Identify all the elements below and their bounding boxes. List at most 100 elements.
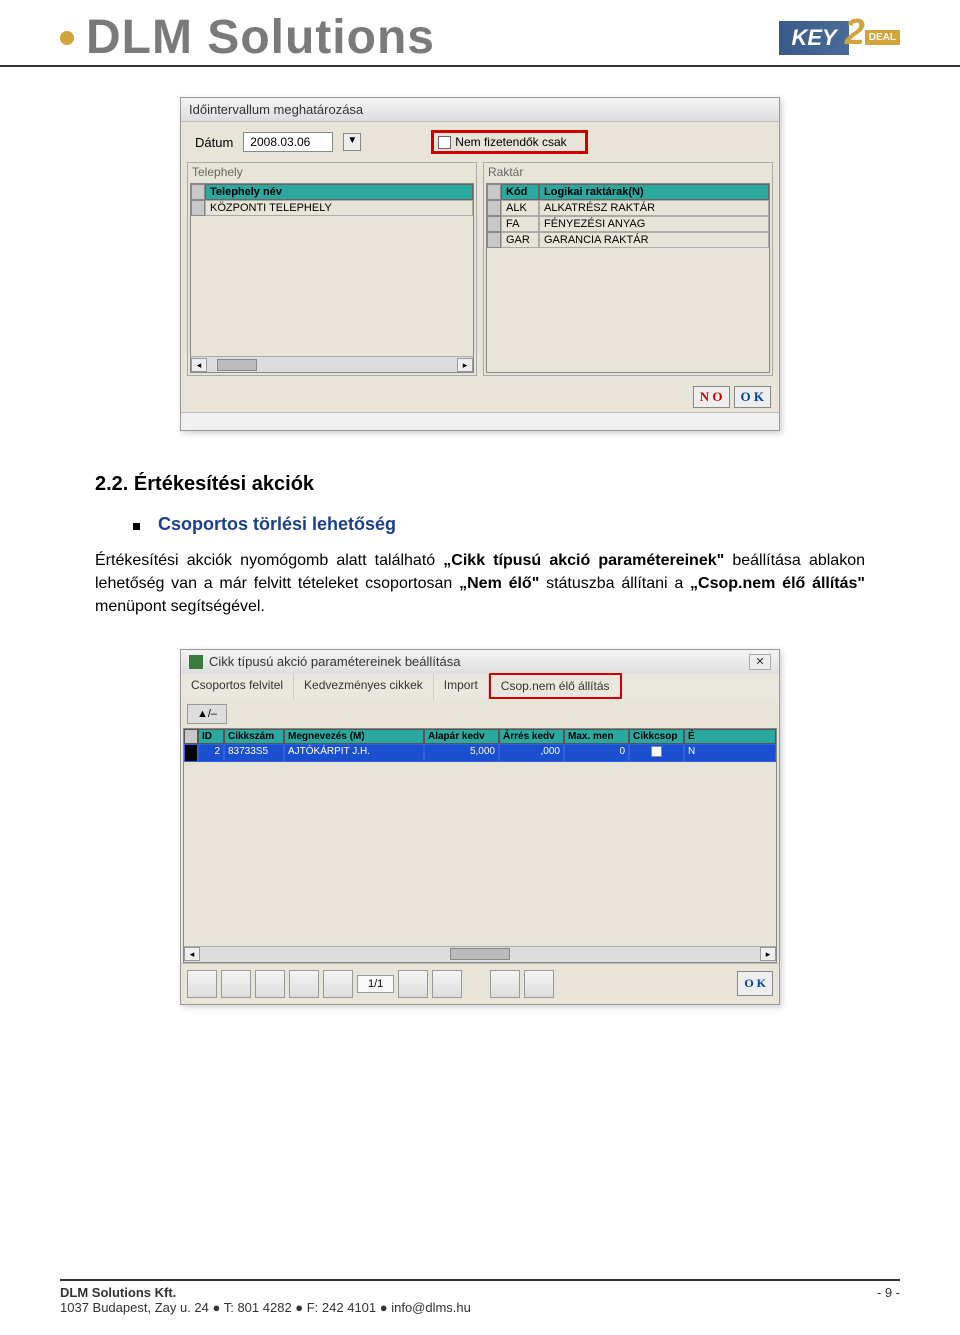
bullet-item: Csoportos törlési lehetőség — [133, 514, 865, 535]
bullet-icon — [133, 523, 140, 530]
first-page-button[interactable] — [289, 970, 319, 998]
para-text: Értékesítési akciók nyomógomb alatt talá… — [95, 552, 443, 569]
cell-baseprice: 5,000 — [424, 744, 499, 762]
table-row[interactable]: 2 83733S5 AJTÓKÁRPIT J.H. 5,000 ,000 0 N — [184, 744, 776, 762]
row-indicator — [184, 729, 198, 744]
scroll-left-icon[interactable]: ◂ — [184, 947, 200, 961]
site-grid[interactable]: Telephely név KÖZPONTI TELEPHELY ◂ ▸ — [190, 183, 474, 373]
h-scrollbar[interactable]: ◂ ▸ — [184, 946, 776, 962]
row-indicator — [184, 744, 198, 762]
para-text: menüpont segítségével. — [95, 598, 265, 615]
items-grid[interactable]: ID Cikkszám Megnevezés (M) Alapár kedv Á… — [183, 728, 777, 963]
site-grid-header: Telephely név — [191, 184, 473, 200]
logo-bullet-icon — [60, 31, 74, 45]
key-label: KEY — [779, 21, 848, 55]
cell-itemno: 83733S5 — [224, 744, 284, 762]
code-header: Kód — [501, 184, 539, 200]
warehouse-caption: Raktár — [484, 163, 772, 181]
code-cell: ALK — [501, 200, 539, 216]
code-cell: FA — [501, 216, 539, 232]
paragraph: Értékesítési akciók nyomógomb alatt talá… — [95, 549, 865, 619]
sort-button[interactable] — [490, 970, 520, 998]
cell-name: AJTÓKÁRPIT J.H. — [284, 744, 424, 762]
checkbox-icon[interactable] — [651, 746, 662, 757]
cell-maxqty: 0 — [564, 744, 629, 762]
para-text: státuszba állítani a — [539, 575, 690, 592]
logical-wh-header: Logikai raktárak(N) — [539, 184, 769, 200]
date-input[interactable]: 2008.03.06 — [243, 132, 333, 152]
logo-text: DLM Solutions — [86, 10, 435, 65]
date-row: Dátum 2008.03.06 ▼ Nem fizetendők csak — [181, 122, 779, 162]
para-bold: „Csop.nem élő állítás" — [690, 575, 865, 592]
col-itemno: Cikkszám — [224, 729, 284, 744]
site-name-cell: KÖZPONTI TELEPHELY — [205, 200, 473, 216]
cell-id: 2 — [198, 744, 224, 762]
table-row[interactable]: KÖZPONTI TELEPHELY — [191, 200, 473, 216]
company-name: DLM Solutions Kft. — [60, 1285, 471, 1300]
grid-header: ID Cikkszám Megnevezés (M) Alapár kedv Á… — [184, 729, 776, 744]
grid-body: ◂ ▸ — [184, 762, 776, 962]
dialog-statusbar — [181, 412, 779, 430]
next-page-button[interactable] — [398, 970, 428, 998]
ok-button[interactable]: O K — [734, 386, 771, 408]
col-group: Cikkcsop — [629, 729, 684, 744]
filter-button[interactable] — [255, 970, 285, 998]
name-cell: GARANCIA RAKTÁR — [539, 232, 769, 248]
site-caption: Telephely — [188, 163, 476, 181]
scroll-right-icon[interactable]: ▸ — [457, 358, 473, 372]
scroll-thumb[interactable] — [217, 359, 257, 371]
h-scrollbar[interactable]: ◂ ▸ — [191, 356, 473, 372]
cell-margin: ,000 — [499, 744, 564, 762]
scroll-thumb[interactable] — [450, 948, 510, 960]
copy-button[interactable] — [524, 970, 554, 998]
tab-discount-items[interactable]: Kedvezményes cikkek — [294, 674, 434, 700]
row-indicator — [487, 184, 501, 200]
cell-group — [629, 744, 684, 762]
scroll-left-icon[interactable]: ◂ — [191, 358, 207, 372]
bullet-text: Csoportos törlési lehetőség — [158, 514, 396, 535]
col-name: Megnevezés (M) — [284, 729, 424, 744]
col-active: É — [684, 729, 776, 744]
dialog-buttons: N O O K — [181, 382, 779, 412]
not-payable-checkbox[interactable] — [438, 136, 451, 149]
ok-button[interactable]: O K — [737, 971, 773, 996]
row-indicator — [487, 232, 501, 248]
warehouse-grid-header: Kód Logikai raktárak(N) — [487, 184, 769, 200]
tab-group-upload[interactable]: Csoportos felvitel — [181, 674, 294, 700]
tab-import[interactable]: Import — [434, 674, 489, 700]
page-header: DLM Solutions KEY 2 DEAL — [0, 0, 960, 67]
no-button[interactable]: N O — [693, 386, 730, 408]
table-row[interactable]: GAR GARANCIA RAKTÁR — [487, 232, 769, 248]
table-row[interactable]: FA FÉNYEZÉSI ANYAG — [487, 216, 769, 232]
grid-toolbar: 1/1 O K — [181, 963, 779, 1004]
site-panel: Telephely Telephely név KÖZPONTI TELEPHE… — [187, 162, 477, 376]
name-cell: FÉNYEZÉSI ANYAG — [539, 216, 769, 232]
warehouse-grid[interactable]: Kód Logikai raktárak(N) ALK ALKATRÉSZ RA… — [486, 183, 770, 373]
app-icon — [189, 655, 203, 669]
prev-page-button[interactable] — [323, 970, 353, 998]
logo: DLM Solutions — [60, 10, 435, 65]
page-footer: DLM Solutions Kft. 1037 Budapest, Zay u.… — [60, 1279, 900, 1315]
dialog-title: Időintervallum meghatározása — [181, 98, 779, 122]
tab-group-inactive[interactable]: Csop.nem élő állítás — [489, 673, 622, 699]
deal-label: DEAL — [865, 30, 900, 45]
params-dialog: Cikk típusú akció paramétereinek beállít… — [180, 649, 780, 1005]
scroll-right-icon[interactable]: ▸ — [760, 947, 776, 961]
body-text: 2.2. Értékesítési akciók Csoportos törlé… — [0, 451, 960, 629]
not-payable-label: Nem fizetendők csak — [455, 135, 566, 149]
date-dropdown-button[interactable]: ▼ — [343, 133, 361, 151]
col-baseprice: Alapár kedv — [424, 729, 499, 744]
site-name-header: Telephely név — [205, 184, 473, 200]
help-button[interactable] — [187, 970, 217, 998]
lists-row: Telephely Telephely név KÖZPONTI TELEPHE… — [181, 162, 779, 382]
table-row[interactable]: ALK ALKATRÉSZ RAKTÁR — [487, 200, 769, 216]
list-button[interactable] — [221, 970, 251, 998]
last-page-button[interactable] — [432, 970, 462, 998]
close-button[interactable]: ✕ — [749, 654, 771, 670]
section-heading: 2.2. Értékesítési akciók — [95, 473, 865, 496]
row-indicator — [191, 200, 205, 216]
para-bold: „Nem élő" — [459, 575, 539, 592]
footer-left: DLM Solutions Kft. 1037 Budapest, Zay u.… — [60, 1285, 471, 1315]
col-id: ID — [198, 729, 224, 744]
filter-toggle-button[interactable]: ▲/– — [187, 704, 227, 724]
